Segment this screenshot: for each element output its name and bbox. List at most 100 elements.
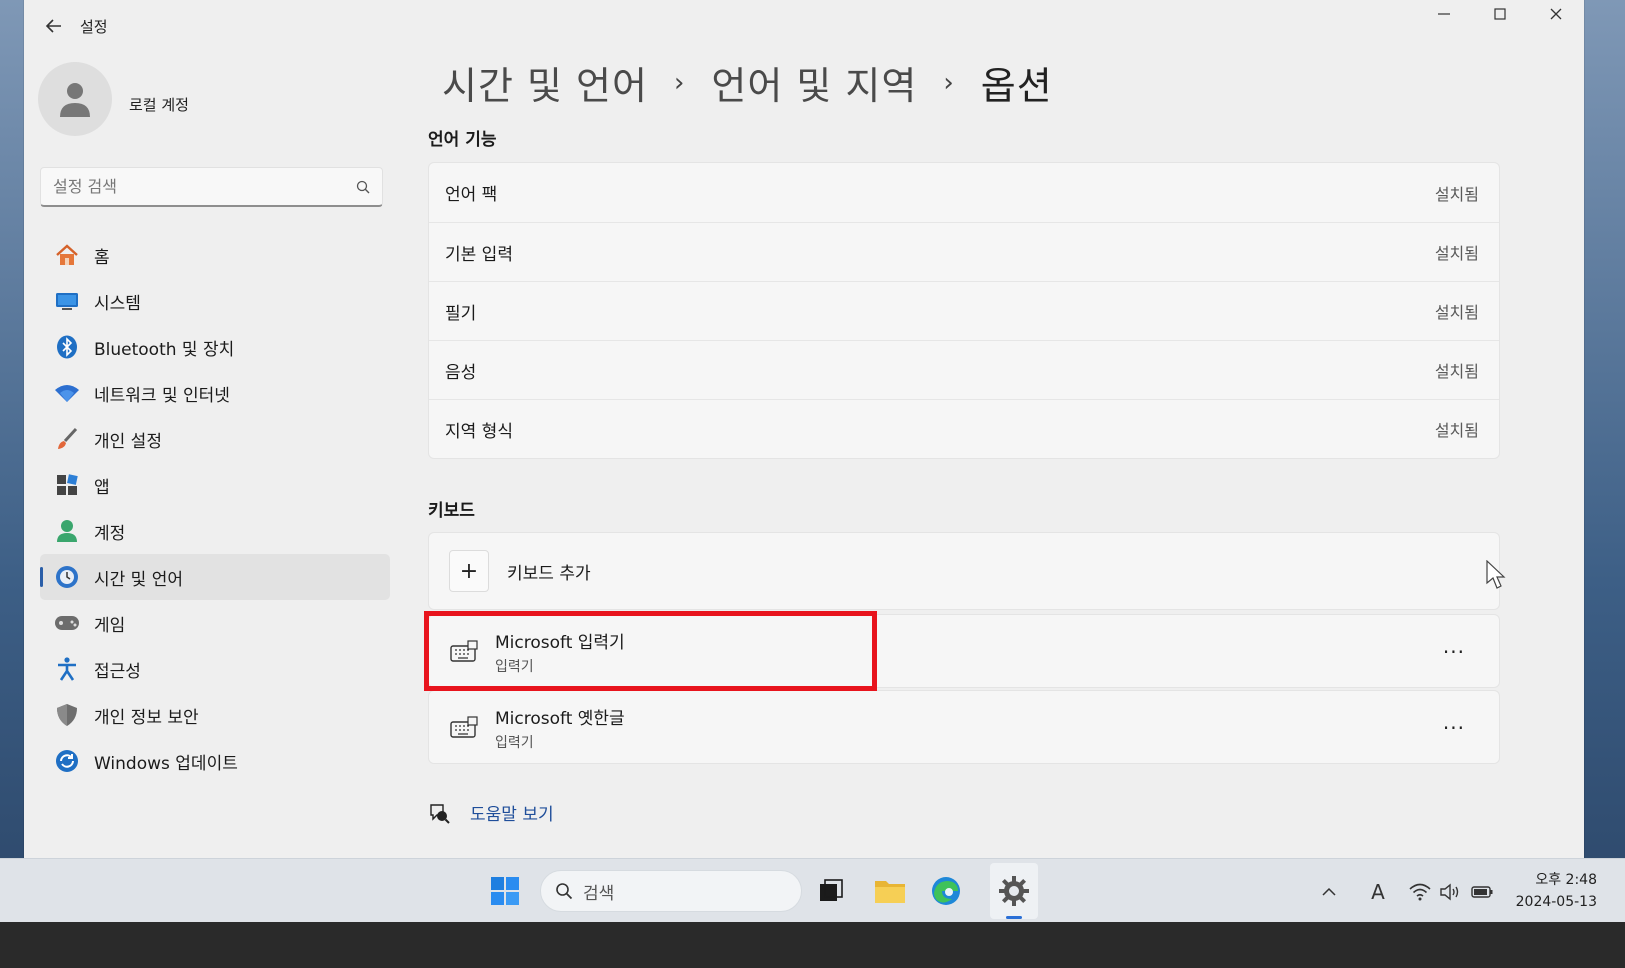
back-button[interactable] [36, 12, 72, 40]
close-icon [1550, 8, 1562, 20]
settings-app-button[interactable] [996, 873, 1032, 909]
home-icon [54, 242, 80, 268]
breadcrumb-time-language[interactable]: 시간 및 언어 [442, 55, 648, 110]
maximize-button[interactable] [1472, 0, 1528, 28]
sidebar-item-system[interactable]: 시스템 [40, 278, 390, 324]
breadcrumb: 시간 및 언어 › 언어 및 지역 › 옵션 [442, 55, 1053, 110]
taskbar-search[interactable]: 검색 [540, 870, 802, 912]
wifi-icon [1409, 883, 1431, 901]
sidebar-item-accounts[interactable]: 계정 [40, 508, 390, 554]
sidebar-item-label: 개인 설정 [94, 431, 162, 452]
feature-label: 필기 [445, 303, 477, 324]
help-row[interactable]: 도움말 보기 [428, 800, 554, 825]
sidebar-item-label: 시스템 [94, 293, 141, 314]
show-hidden-icons-button[interactable] [1315, 879, 1343, 905]
accessibility-icon [54, 656, 80, 682]
more-options-button[interactable]: ··· [1429, 640, 1479, 664]
sidebar-item-privacy[interactable]: 개인 정보 보안 [40, 692, 390, 738]
close-button[interactable] [1528, 0, 1584, 28]
feature-label: 언어 팩 [445, 185, 498, 205]
back-arrow-icon [45, 19, 61, 33]
settings-search[interactable] [40, 167, 383, 207]
feature-row-language-pack[interactable]: 언어 팩 설치됨 [429, 163, 1499, 222]
sidebar-item-home[interactable]: 홈 [40, 232, 390, 278]
sidebar-item-label: 개인 정보 보안 [94, 707, 199, 728]
add-keyboard-label: 키보드 추가 [507, 563, 591, 584]
sidebar-item-label: 앱 [94, 477, 110, 498]
sidebar-item-accessibility[interactable]: 접근성 [40, 646, 390, 692]
feature-row-speech[interactable]: 음성 설치됨 [429, 340, 1499, 399]
sidebar-item-label: 게임 [94, 615, 126, 636]
network-status-button[interactable] [1406, 879, 1434, 905]
breadcrumb-language-region[interactable]: 언어 및 지역 [711, 55, 917, 110]
person-icon [60, 83, 90, 117]
battery-button[interactable] [1468, 879, 1496, 905]
sidebar-item-time-language[interactable]: 시간 및 언어 [40, 554, 390, 600]
folder-icon [875, 881, 905, 903]
add-keyboard-button[interactable]: + [449, 550, 489, 592]
help-link[interactable]: 도움말 보기 [470, 800, 554, 825]
file-explorer-button[interactable] [872, 873, 908, 909]
title-bar: 설정 [24, 0, 1584, 52]
clock[interactable]: 오후 2:48 2024-05-13 [1516, 869, 1597, 913]
task-view-button[interactable] [812, 873, 848, 909]
sidebar-item-label: 시간 및 언어 [94, 569, 184, 590]
search-icon [556, 883, 573, 900]
sidebar-item-personalization[interactable]: 개인 설정 [40, 416, 390, 462]
profile[interactable]: 로컬 계정 [38, 62, 189, 136]
edge-browser-button[interactable] [928, 873, 964, 909]
sidebar-item-label: 접근성 [94, 661, 141, 682]
feature-label: 기본 입력 [445, 244, 513, 265]
feature-status: 설치됨 [1434, 362, 1479, 381]
avatar [38, 62, 112, 136]
keyboard-type: 입력기 [495, 735, 534, 751]
feature-status: 설치됨 [1434, 303, 1479, 322]
input-indicator[interactable]: A [1364, 879, 1392, 905]
clock-globe-icon [54, 564, 80, 590]
sidebar-item-network[interactable]: 네트워크 및 인터넷 [40, 370, 390, 416]
shield-icon [54, 702, 80, 728]
account-icon [54, 518, 80, 544]
apps-icon [54, 472, 80, 498]
feature-status: 설치됨 [1434, 244, 1479, 263]
wifi-icon [54, 380, 80, 406]
clock-date: 2024-05-13 [1515, 894, 1597, 910]
windows-start-icon[interactable] [490, 876, 520, 906]
sidebar-item-apps[interactable]: 앱 [40, 462, 390, 508]
minimize-icon [1438, 13, 1450, 15]
breadcrumb-separator: › [943, 67, 955, 98]
minimize-button[interactable] [1416, 0, 1472, 28]
sidebar-item-bluetooth[interactable]: Bluetooth 및 장치 [40, 324, 390, 370]
keyboard-icon [449, 715, 479, 741]
gear-icon [999, 876, 1029, 906]
brush-icon [54, 426, 80, 452]
sidebar-nav: 홈 시스템 Bluetooth 및 장치 네트워크 및 인터넷 개인 설정 앱 … [40, 232, 390, 784]
taskbar: 검색 A 오후 2:48 2024-05-13 [0, 858, 1625, 922]
sidebar-item-label: Bluetooth 및 장치 [94, 339, 235, 360]
keyboard-row: Microsoft 옛한글 입력기 ··· [429, 691, 1499, 765]
feature-status: 설치됨 [1434, 421, 1479, 440]
sidebar-item-gaming[interactable]: 게임 [40, 600, 390, 646]
app-title: 설정 [80, 18, 108, 36]
sidebar-item-label: Windows 업데이트 [94, 753, 238, 774]
volume-button[interactable] [1436, 879, 1464, 905]
edge-icon [932, 877, 960, 905]
sidebar-item-windows-update[interactable]: Windows 업데이트 [40, 738, 390, 784]
feature-label: 음성 [445, 362, 477, 383]
settings-window: 설정 로컬 계정 설정 검색 홈 시스템 Bluetooth 및 장치 네트워크… [24, 0, 1584, 888]
search-input[interactable] [53, 177, 356, 196]
profile-name: 로컬 계정 [129, 95, 189, 114]
more-options-button[interactable]: ··· [1429, 716, 1479, 740]
window-controls [1416, 0, 1584, 28]
highlight-box [424, 611, 877, 691]
keyboard-item[interactable]: Microsoft 옛한글 입력기 ··· [428, 690, 1500, 764]
feature-row-basic-typing[interactable]: 기본 입력 설치됨 [429, 222, 1499, 281]
chevron-up-icon [1322, 887, 1336, 896]
language-features-card: 언어 팩 설치됨 기본 입력 설치됨 필기 설치됨 음성 설치됨 지역 형식 설… [428, 162, 1500, 459]
task-view-icon [820, 879, 843, 901]
bluetooth-icon [54, 334, 80, 360]
feature-row-regional-format[interactable]: 지역 형식 설치됨 [429, 399, 1499, 458]
gamepad-icon [54, 610, 80, 636]
feature-row-handwriting[interactable]: 필기 설치됨 [429, 281, 1499, 340]
keyboard-text: Microsoft 옛한글 입력기 [495, 704, 625, 752]
